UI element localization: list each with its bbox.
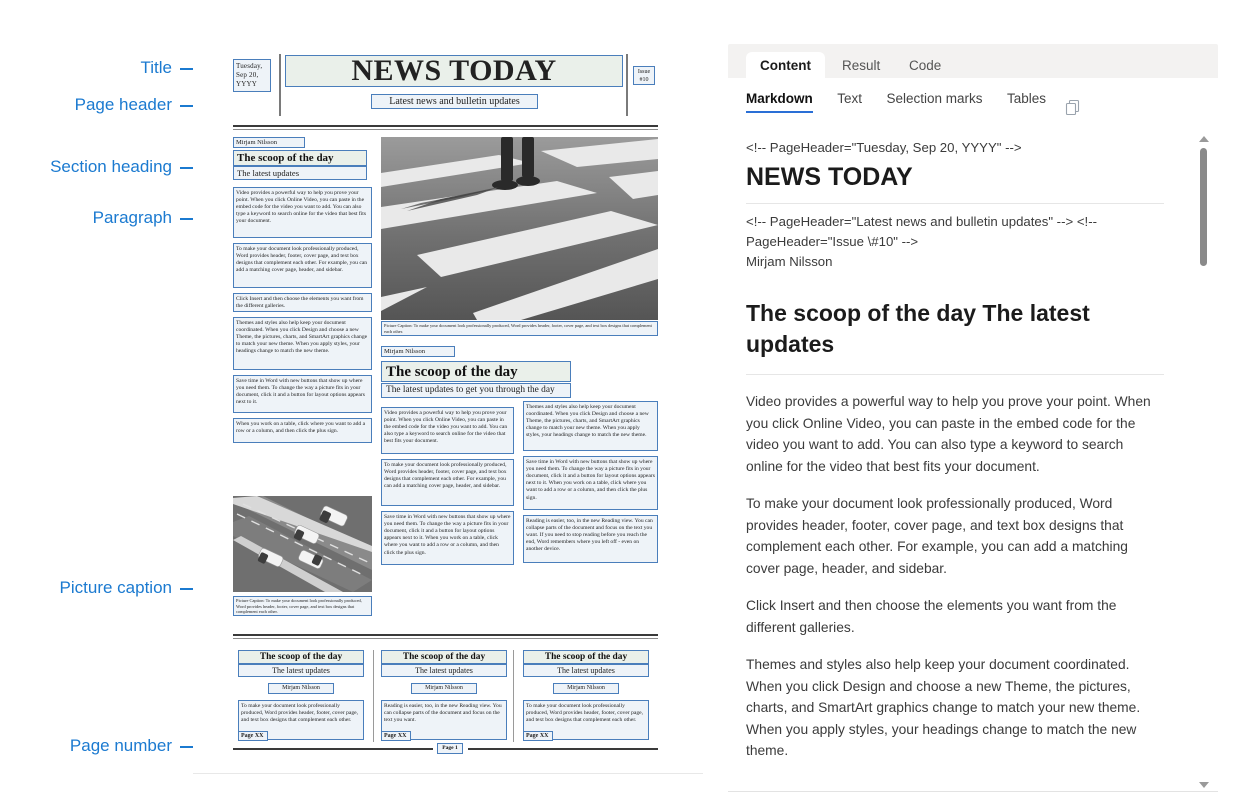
section2-right-paragraph-2: Save time in Word with new buttons that … [523, 456, 658, 510]
markdown-scrollbar[interactable] [1198, 136, 1210, 788]
section1-author: Mirjam Nilsson [233, 137, 305, 148]
markdown-paragraph-4: Themes and styles also help keep your do… [746, 657, 1141, 758]
annotated-document-pane: Title Page header Section heading Paragr… [0, 0, 710, 810]
bottom-col-3-heading: The scoop of the day [523, 650, 649, 664]
masthead-date: Tuesday, Sep 20, YYYY [233, 59, 271, 92]
markdown-content: <!-- PageHeader="Tuesday, Sep 20, YYYY" … [746, 130, 1164, 762]
format-subtabs: Markdown Text Selection marks Tables [746, 90, 1080, 120]
bottom-col-2-author: Mirjam Nilsson [411, 683, 477, 694]
section1-paragraph-2: To make your document look professionall… [233, 243, 372, 288]
bottom-col-3-subheading: The latest updates [523, 664, 649, 677]
section2-left-paragraph-2: To make your document look professionall… [381, 459, 514, 506]
bottom-divider-thin [233, 638, 658, 639]
bottom-col-sep-1 [373, 650, 374, 742]
tab-strip: Content Result Code [728, 44, 1218, 78]
section2-heading: The scoop of the day [381, 361, 571, 382]
masthead-rule-left [279, 54, 281, 116]
bottom-col-2-page-label: Page XX [381, 731, 411, 741]
bottom-col-3-page-label: Page XX [523, 731, 553, 741]
markdown-comment-pageheader-sub: <!-- PageHeader="Latest news and bulleti… [746, 214, 1097, 249]
masthead-title: NEWS TODAY [285, 55, 623, 87]
document-page[interactable]: Tuesday, Sep 20, YYYY NEWS TODAY Issue #… [193, 44, 703, 774]
bottom-col-1-page-label: Page XX [238, 731, 268, 741]
masthead-rule-right [626, 54, 628, 116]
subtab-selection-marks[interactable]: Selection marks [886, 91, 982, 113]
section1-paragraph-5: Save time in Word with new buttons that … [233, 375, 372, 413]
masthead-issue: Issue #10 [633, 66, 655, 85]
section2-subheading: The latest updates to get you through th… [381, 383, 571, 398]
bottom-col-1-subheading: The latest updates [238, 664, 364, 677]
markdown-paragraph-1: Video provides a powerful way to help yo… [746, 394, 1151, 474]
bottom-col-1-heading: The scoop of the day [238, 650, 364, 664]
bottom-col-3-author: Mirjam Nilsson [553, 683, 619, 694]
section2-right-paragraph-1: Themes and styles also help keep your do… [523, 401, 658, 451]
highway-photo [233, 496, 372, 592]
section1-paragraph-1: Video provides a powerful way to help yo… [233, 187, 372, 238]
section1-paragraph-3: Click Insert and then choose the element… [233, 293, 372, 312]
panel-body: Markdown Text Selection marks Tables <!-… [728, 78, 1218, 804]
copy-icon[interactable] [1064, 98, 1082, 116]
annotation-label-paragraph: Paragraph [92, 208, 172, 227]
annotation-label-title: Title [140, 58, 173, 77]
tab-code[interactable]: Code [895, 52, 955, 78]
markdown-viewport[interactable]: <!-- PageHeader="Tuesday, Sep 20, YYYY" … [728, 130, 1218, 792]
section1-subheading: The latest updates [233, 166, 367, 180]
subtab-markdown[interactable]: Markdown [746, 91, 813, 113]
screenshot-root: Title Page header Section heading Paragr… [0, 0, 1234, 810]
markdown-heading-1: NEWS TODAY [746, 162, 1164, 204]
section2-left-paragraph-1: Video provides a powerful way to help yo… [381, 407, 514, 454]
bottom-col-2-subheading: The latest updates [381, 664, 507, 677]
section1-heading: The scoop of the day [233, 150, 367, 166]
section2-author: Mirjam Nilsson [381, 346, 455, 357]
footer-rule-left [233, 748, 433, 750]
scroll-up-arrow-icon[interactable] [1199, 136, 1209, 142]
scrollbar-thumb[interactable] [1200, 148, 1207, 266]
scroll-down-arrow-icon[interactable] [1199, 782, 1209, 788]
markdown-heading-2: The scoop of the day The latest updates [746, 298, 1164, 375]
annotation-label-page-header: Page header [74, 95, 172, 114]
highway-photo-caption: Picture Caption: To make your document l… [233, 596, 372, 616]
markdown-paragraph-2: To make your document look professionall… [746, 496, 1128, 576]
annotation-label-picture-caption: Picture caption [59, 578, 172, 597]
section2-left-paragraph-3: Save time in Word with new buttons that … [381, 511, 514, 565]
bottom-col-1-author: Mirjam Nilsson [268, 683, 334, 694]
crosswalk-photo-caption: Picture Caption: To make your document l… [381, 321, 658, 336]
section1-paragraph-6: When you work on a table, click where yo… [233, 418, 372, 443]
page-number-box: Page 1 [437, 743, 463, 754]
masthead-divider [233, 125, 658, 127]
section1-paragraph-4: Themes and styles also help keep your do… [233, 317, 372, 370]
crosswalk-photo [381, 137, 658, 320]
bottom-divider [233, 634, 658, 636]
footer-rule-right [468, 748, 658, 750]
subtab-text[interactable]: Text [837, 91, 862, 113]
masthead-subtitle: Latest news and bulletin updates [371, 94, 538, 109]
section2-right-paragraph-3: Reading is easier, too, in the new Readi… [523, 515, 658, 563]
bottom-col-sep-2 [513, 650, 514, 742]
tab-content[interactable]: Content [746, 52, 825, 78]
masthead-divider-thin [233, 129, 658, 130]
markdown-comment-pageheader-date: <!-- PageHeader="Tuesday, Sep 20, YYYY" … [746, 140, 1022, 155]
markdown-paragraph-3: Click Insert and then choose the element… [746, 598, 1117, 635]
tab-result[interactable]: Result [828, 52, 894, 78]
bottom-col-2-heading: The scoop of the day [381, 650, 507, 664]
annotation-label-page-number: Page number [69, 736, 172, 755]
annotation-label-section-heading: Section heading [50, 157, 172, 176]
extraction-result-panel: Content Result Code Markdown Text Select… [728, 44, 1218, 804]
document-masthead: Tuesday, Sep 20, YYYY NEWS TODAY Issue #… [233, 54, 658, 116]
markdown-author: Mirjam Nilsson [746, 254, 833, 269]
subtab-tables[interactable]: Tables [1007, 91, 1046, 113]
